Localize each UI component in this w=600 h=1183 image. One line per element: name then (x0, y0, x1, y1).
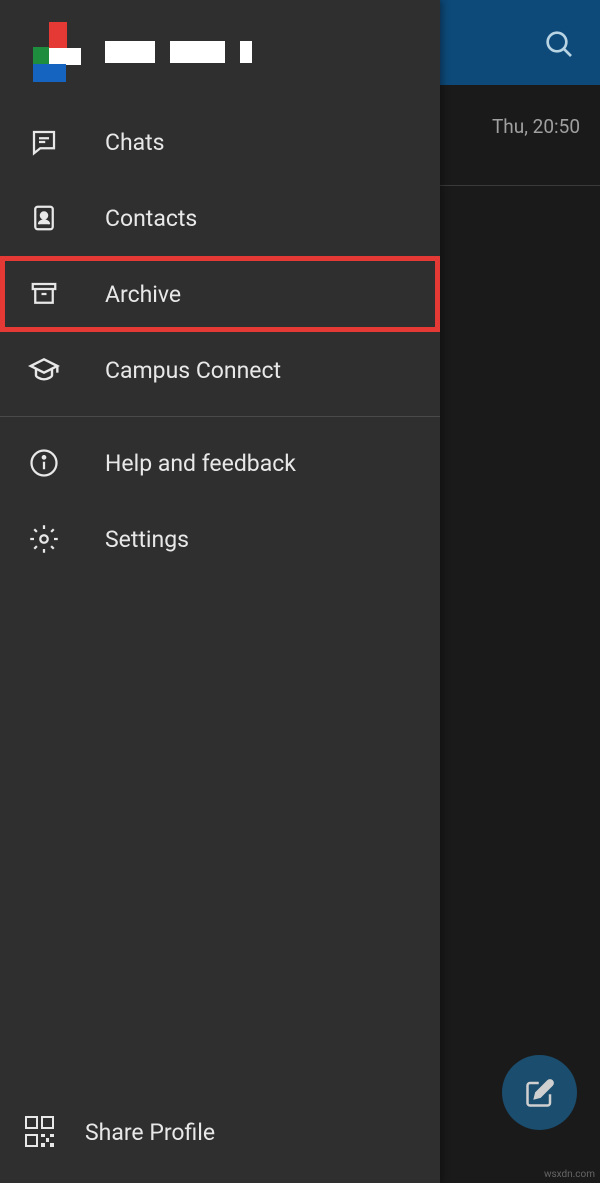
menu-item-chats[interactable]: Chats (0, 104, 440, 180)
secondary-menu: Help and feedback Settings (0, 425, 440, 577)
drawer-header[interactable] (0, 0, 440, 104)
info-icon (28, 447, 60, 479)
share-profile-label: Share Profile (85, 1119, 215, 1146)
menu-label: Contacts (105, 205, 197, 232)
menu-label: Archive (105, 281, 181, 308)
menu-label: Chats (105, 129, 165, 156)
menu-label: Help and feedback (105, 450, 296, 477)
watermark: wsxdn.com (544, 1169, 595, 1180)
campus-icon (28, 354, 60, 386)
archive-icon (28, 278, 60, 310)
menu-item-campus-connect[interactable]: Campus Connect (0, 332, 440, 408)
contacts-icon (28, 202, 60, 234)
menu-label: Campus Connect (105, 357, 281, 384)
menu-item-settings[interactable]: Settings (0, 501, 440, 577)
search-icon[interactable] (543, 28, 575, 64)
primary-menu: Chats Contacts Archive (0, 104, 440, 408)
navigation-drawer: Chats Contacts Archive (0, 0, 440, 1183)
chat-icon (28, 126, 60, 158)
share-profile-button[interactable]: Share Profile (0, 1091, 440, 1183)
menu-label: Settings (105, 526, 189, 553)
timestamp: Thu, 20:50 (492, 115, 580, 138)
menu-item-archive[interactable]: Archive (0, 256, 440, 332)
app-logo-icon (25, 22, 85, 82)
divider-line (440, 185, 600, 186)
compose-button[interactable] (502, 1055, 577, 1130)
menu-item-help[interactable]: Help and feedback (0, 425, 440, 501)
profile-name (105, 41, 252, 63)
menu-item-contacts[interactable]: Contacts (0, 180, 440, 256)
settings-icon (28, 523, 60, 555)
qr-code-icon (25, 1116, 57, 1148)
menu-divider (0, 416, 440, 417)
